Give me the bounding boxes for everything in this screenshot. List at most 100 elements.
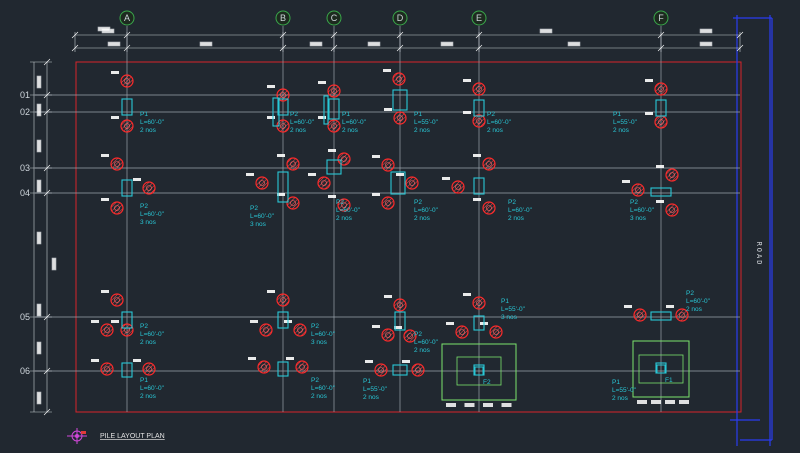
pile-label-d-mid: P2L=60'-0"2 nos <box>414 199 439 222</box>
pile-length: L=60'-0" <box>336 207 361 214</box>
row-label-04: 04 <box>20 188 30 198</box>
pile-count: 2 nos <box>414 127 431 134</box>
pile <box>645 79 668 96</box>
pile <box>277 154 300 171</box>
pile-length: L=60'-0" <box>686 298 711 305</box>
pile <box>250 320 273 337</box>
pile <box>267 116 290 133</box>
pile <box>111 116 134 133</box>
pile-count: 2 nos <box>612 395 629 402</box>
pile-count: 2 nos <box>414 347 431 354</box>
pile <box>91 320 114 337</box>
pile <box>622 180 645 197</box>
pile-count: 2 nos <box>487 127 504 134</box>
column-label: D <box>397 13 404 23</box>
pile <box>463 293 486 310</box>
pile <box>396 173 419 190</box>
pile-type: P2 <box>140 203 148 210</box>
row-label-03: 03 <box>20 163 30 173</box>
piles <box>91 69 689 377</box>
pile <box>473 198 496 215</box>
pile-type: P2 <box>686 290 694 297</box>
pile-layout-drawing: ROAD A B C D E F010203040506 F2 F1 P1L=60'-0"2… <box>20 10 773 446</box>
pile-length: L=55'-0" <box>363 386 388 393</box>
pile <box>267 290 290 307</box>
pile-count: 2 nos <box>140 339 157 346</box>
title-symbol-icon <box>67 428 87 444</box>
pile-label-b-05: P2L=60'-0"3 nos <box>311 323 336 346</box>
row-label: 05 <box>20 312 30 322</box>
pile <box>463 79 486 96</box>
pile-length: L=60'-0" <box>342 119 367 126</box>
pile <box>446 322 469 339</box>
pile-type: P1 <box>612 379 620 386</box>
pile <box>365 360 388 377</box>
road-boundary <box>730 15 773 446</box>
pile-label-e-top: P2L=60'-0"2 nos <box>487 111 512 134</box>
pile <box>473 154 496 171</box>
column-label: A <box>124 13 130 23</box>
pile-length: L=55'-0" <box>414 119 439 126</box>
pile-label-b-mid: P2L=60'-0"3 nos <box>250 205 275 228</box>
pile-label-f-mid: P2L=60'-0"3 nos <box>630 199 655 222</box>
column-label: B <box>280 13 286 23</box>
row-label: 01 <box>20 90 30 100</box>
pile-length: L=60'-0" <box>311 385 336 392</box>
pile-count: 3 nos <box>311 339 328 346</box>
pile <box>328 149 351 166</box>
pile <box>111 71 134 88</box>
pile-count: 2 nos <box>363 394 380 401</box>
pile <box>656 165 679 182</box>
pile-type: P2 <box>414 199 422 206</box>
pile-type: P2 <box>508 199 516 206</box>
pile-label-f-05: P2L=60'-0"2 nos <box>686 290 711 313</box>
pile-count: 2 nos <box>140 127 157 134</box>
pile-label-c-top: P1L=60'-0"2 nos <box>342 111 367 134</box>
pile-type: P1 <box>140 111 148 118</box>
pile-type: P1 <box>414 111 422 118</box>
pile <box>372 193 395 210</box>
column-bubble-E: E <box>471 10 487 26</box>
pile-label-a-06: P1L=60'-0"2 nos <box>140 377 165 400</box>
pile-count: 3 nos <box>250 221 267 228</box>
pile-type: P2 <box>414 331 422 338</box>
pile-length: L=60'-0" <box>140 119 165 126</box>
pile-length: L=60'-0" <box>311 331 336 338</box>
pile-length: L=60'-0" <box>630 207 655 214</box>
pile-caps <box>121 89 672 378</box>
pile-count: 2 nos <box>140 393 157 400</box>
pile-label-b-top: P2L=60'-0"2 nos <box>290 111 315 134</box>
title-block: PILE LAYOUT PLAN <box>67 428 165 444</box>
pile <box>133 359 156 376</box>
pile <box>624 305 647 322</box>
row-label-02: 02 <box>20 107 30 117</box>
pile-label-d-top: P1L=55'-0"2 nos <box>414 111 439 134</box>
column-label: F <box>658 13 664 23</box>
pile-length: L=55'-0" <box>613 119 638 126</box>
pile <box>248 357 271 374</box>
pile-label-a-mid: P2L=60'-0"3 nos <box>140 203 165 226</box>
pile <box>383 69 406 86</box>
pile-count: 2 nos <box>311 393 328 400</box>
row-label: 03 <box>20 163 30 173</box>
pile-type: P1 <box>501 298 509 305</box>
road-label: ROAD <box>755 242 763 267</box>
pile-label-f-top: P1L=55'-0"2 nos <box>613 111 638 134</box>
pile-length: L=60'-0" <box>250 213 275 220</box>
pile-label-a-05: P2L=60'-0"2 nos <box>140 323 165 346</box>
pile-label-e-mid: P2L=60'-0"2 nos <box>508 199 533 222</box>
pile <box>286 357 309 374</box>
pile-length: L=60'-0" <box>140 211 165 218</box>
row-label-05: 05 <box>20 312 30 322</box>
footing-label: F1 <box>665 377 673 384</box>
pile-type: P1 <box>613 111 621 118</box>
pile-count: 2 nos <box>290 127 307 134</box>
pile-type: P2 <box>487 111 495 118</box>
pile <box>91 359 114 376</box>
pile-label-c-06: P1L=55'-0"2 nos <box>363 378 388 401</box>
pile <box>372 155 395 172</box>
pile-length: L=60'-0" <box>290 119 315 126</box>
pile-length: L=60'-0" <box>414 207 439 214</box>
pile <box>656 200 679 217</box>
pile-count: 3 nos <box>501 314 518 321</box>
